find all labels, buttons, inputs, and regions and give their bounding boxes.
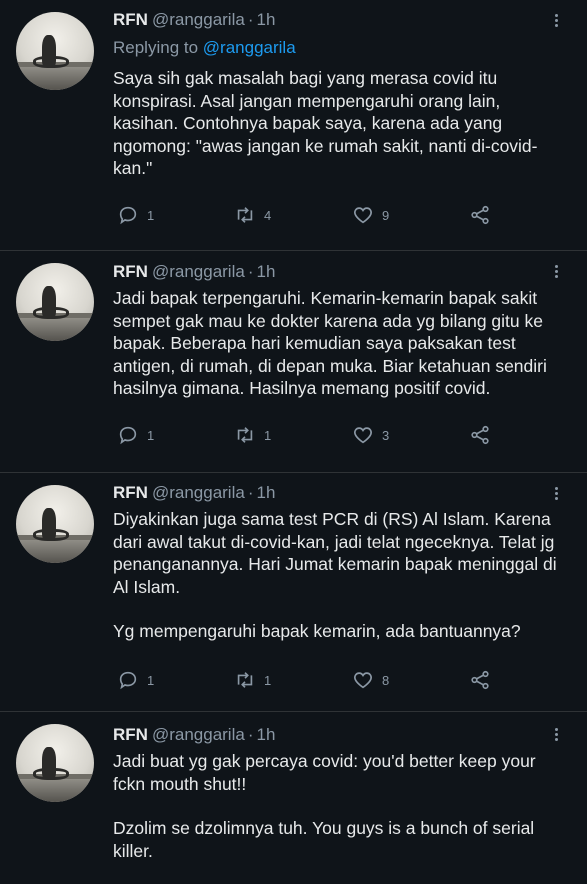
share-icon (471, 670, 489, 690)
retweet-button[interactable]: 4 (234, 204, 271, 226)
tweet[interactable]: RFN @ranggarila · 1h Replying to @ranggaril… (0, 0, 587, 250)
avatar[interactable] (16, 724, 94, 802)
tweet[interactable]: RFN @ranggarila · 1h Jadi bapak terpengaruh… (0, 251, 587, 472)
tweet-paragraph: Dzolim se dzolimnya tuh. You guys is a b… (113, 818, 535, 861)
reply-button[interactable]: 1 (117, 669, 154, 691)
tweet-paragraph: Jadi bapak terpengaruhi. Kemarin-kemarin… (113, 288, 547, 398)
separator-dot: · (247, 10, 254, 29)
tweet-actions: 1 1 8 (117, 669, 497, 695)
like-count: 3 (382, 427, 390, 443)
separator-dot: · (247, 483, 254, 502)
reply-mention-link[interactable]: @ranggarila (203, 38, 296, 57)
tweet[interactable]: RFN @ranggarila · 1h Diyakinkan juga sama t… (0, 473, 587, 711)
tweet-text: Jadi buat yg gak percaya covid: you'd be… (113, 750, 568, 862)
tweet-actions: 1 1 3 (117, 424, 497, 450)
avatar[interactable] (16, 263, 94, 341)
display-name[interactable]: RFN (113, 262, 148, 281)
retweet-icon (237, 427, 253, 443)
timestamp[interactable]: 1h (257, 725, 276, 744)
retweet-count: 4 (264, 207, 272, 223)
like-button[interactable]: 3 (352, 424, 389, 446)
avatar[interactable] (16, 12, 94, 90)
tweet-text: Saya sih gak masalah bagi yang merasa co… (113, 67, 568, 180)
separator-dot: · (247, 725, 254, 744)
retweet-button[interactable]: 1 (234, 424, 271, 446)
replying-to: Replying to @ranggarila (113, 37, 296, 59)
tweet-header: RFN @ranggarila · 1h (113, 725, 275, 745)
tweet-header: RFN @ranggarila · 1h (113, 262, 275, 282)
like-count: 8 (382, 672, 390, 688)
retweet-count: 1 (264, 672, 272, 688)
reply-count: 1 (147, 207, 155, 223)
more-vertical-icon[interactable] (546, 726, 566, 746)
heart-icon (354, 672, 372, 689)
reply-button[interactable]: 1 (117, 204, 154, 226)
tweet-header: RFN @ranggarila · 1h (113, 10, 275, 30)
tweet-text: Diyakinkan juga sama test PCR di (RS) Al… (113, 508, 568, 643)
more-vertical-icon[interactable] (546, 485, 566, 505)
retweet-count: 1 (264, 427, 272, 443)
reply-icon (119, 426, 137, 445)
display-name[interactable]: RFN (113, 10, 148, 29)
heart-icon (354, 427, 372, 444)
share-button[interactable] (469, 669, 491, 691)
avatar[interactable] (16, 485, 94, 563)
share-icon (471, 205, 489, 225)
reply-icon (119, 671, 137, 690)
retweet-icon (237, 207, 253, 223)
tweet-paragraph: Saya sih gak masalah bagi yang merasa co… (113, 68, 538, 178)
more-vertical-icon[interactable] (546, 12, 566, 32)
like-count: 9 (382, 207, 390, 223)
tweet-paragraph: Jadi buat yg gak percaya covid: you'd be… (113, 751, 536, 794)
reply-button[interactable]: 1 (117, 424, 154, 446)
heart-icon (354, 207, 372, 224)
tweet-text: Jadi bapak terpengaruhi. Kemarin-kemarin… (113, 287, 568, 400)
share-button[interactable] (469, 424, 491, 446)
tweet-thread: RFN @ranggarila · 1h Replying to @ranggaril… (0, 0, 587, 884)
timestamp[interactable]: 1h (257, 262, 276, 281)
user-handle[interactable]: @ranggarila (152, 725, 245, 744)
tweet-paragraph: Yg mempengaruhi bapak kemarin, ada bantu… (113, 621, 521, 641)
display-name[interactable]: RFN (113, 483, 148, 502)
like-button[interactable]: 8 (352, 669, 389, 691)
more-vertical-icon[interactable] (546, 263, 566, 283)
user-handle[interactable]: @ranggarila (152, 262, 245, 281)
reply-count: 1 (147, 672, 155, 688)
timestamp[interactable]: 1h (257, 483, 276, 502)
user-handle[interactable]: @ranggarila (152, 483, 245, 502)
tweet-header: RFN @ranggarila · 1h (113, 483, 275, 503)
tweet-actions: 1 4 9 (117, 204, 497, 230)
share-button[interactable] (469, 204, 491, 226)
tweet[interactable]: RFN @ranggarila · 1h Jadi buat yg gak perca… (0, 712, 587, 884)
retweet-icon (237, 672, 253, 688)
separator-dot: · (247, 262, 254, 281)
tweet-paragraph: Diyakinkan juga sama test PCR di (RS) Al… (113, 509, 557, 597)
reply-icon (119, 206, 137, 225)
share-icon (471, 425, 489, 445)
display-name[interactable]: RFN (113, 725, 148, 744)
user-handle[interactable]: @ranggarila (152, 10, 245, 29)
replying-prefix: Replying to (113, 38, 199, 57)
retweet-button[interactable]: 1 (234, 669, 271, 691)
like-button[interactable]: 9 (352, 204, 389, 226)
timestamp[interactable]: 1h (257, 10, 276, 29)
reply-count: 1 (147, 427, 155, 443)
